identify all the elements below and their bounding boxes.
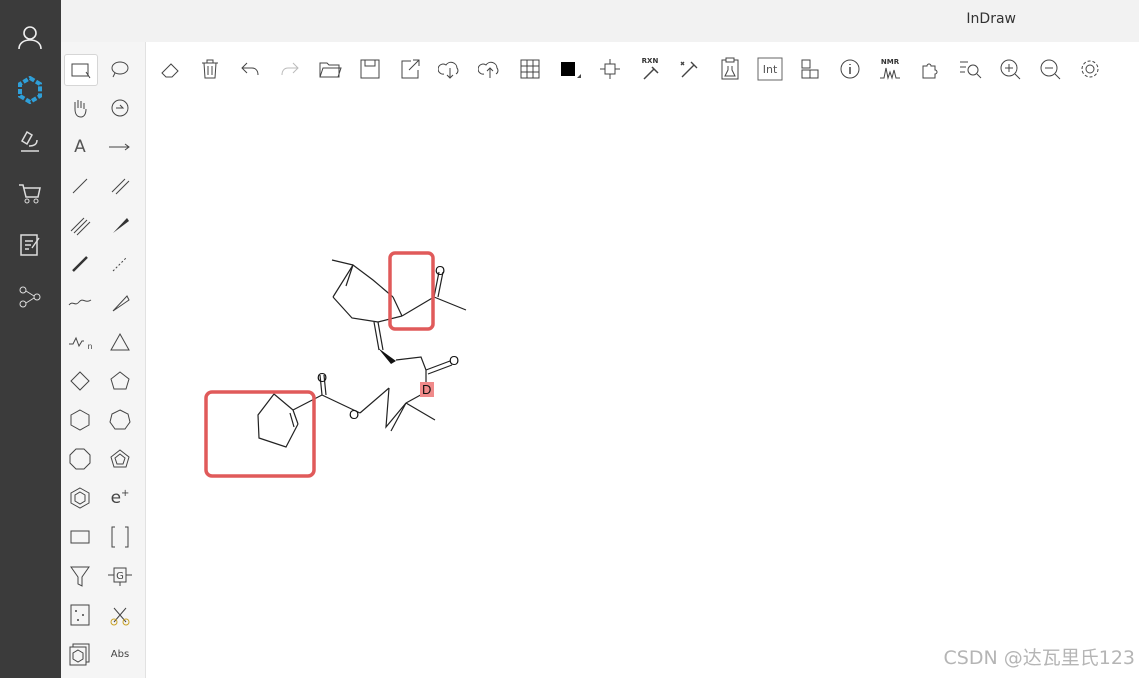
align-icon[interactable]	[595, 54, 625, 84]
zoom-out-icon[interactable]	[1035, 54, 1065, 84]
reaction-clean-icon[interactable]: RXN	[635, 54, 665, 84]
octagon-ring-tool-icon[interactable]	[64, 444, 96, 474]
group-tool-icon[interactable]: G	[104, 561, 136, 591]
stereo-wedge-bond	[378, 348, 396, 364]
cloud-upload-icon[interactable]	[475, 54, 505, 84]
drawing-tool-panel: A n e + G Abs	[61, 42, 146, 678]
settings-gear-icon[interactable]	[1075, 54, 1105, 84]
hand-pan-tool-icon[interactable]	[64, 93, 96, 123]
left-sidebar	[0, 0, 61, 678]
rotate-tool-icon[interactable]	[104, 93, 136, 123]
abs-stereo-tool-icon[interactable]: Abs	[104, 639, 136, 669]
atom-oxygen-acetyl: O	[435, 263, 445, 278]
template-library-tool-icon[interactable]	[64, 639, 96, 669]
wedge-bond-tool-icon[interactable]	[104, 210, 136, 240]
undo-icon[interactable]	[235, 54, 265, 84]
text-tool-icon[interactable]: A	[64, 132, 96, 162]
template-dots-tool-icon[interactable]	[64, 600, 96, 630]
chain-tool-icon[interactable]: n	[64, 327, 96, 357]
lasso-tool-icon[interactable]	[104, 54, 136, 84]
hashed-bond-tool-icon[interactable]	[104, 249, 136, 279]
cyclopentadiene-ring-tool-icon[interactable]	[104, 444, 136, 474]
indraw-logo-icon[interactable]	[10, 70, 50, 110]
plugin-puzzle-icon[interactable]	[915, 54, 945, 84]
pentagon-ring-tool-icon[interactable]	[104, 366, 136, 396]
search-structure-icon[interactable]	[955, 54, 985, 84]
scissors-tool-icon[interactable]	[104, 600, 136, 630]
redo-icon[interactable]	[275, 54, 305, 84]
export-icon[interactable]	[395, 54, 425, 84]
arrow-tool-icon[interactable]	[104, 132, 136, 162]
eraser-icon[interactable]	[155, 54, 185, 84]
clean-structure-icon[interactable]	[675, 54, 705, 84]
double-bond-tool-icon[interactable]	[104, 171, 136, 201]
electron-charge-tool-icon[interactable]: e +	[104, 483, 136, 513]
microscope-icon[interactable]	[10, 122, 50, 162]
network-icon[interactable]	[10, 277, 50, 317]
int-label-button[interactable]: Int	[755, 54, 785, 84]
notes-icon[interactable]	[10, 225, 50, 265]
funnel-tool-icon[interactable]	[64, 561, 96, 591]
bold-bond-tool-icon[interactable]	[64, 249, 96, 279]
info-icon[interactable]	[835, 54, 865, 84]
zoom-in-icon[interactable]	[995, 54, 1025, 84]
triangle-ring-tool-icon[interactable]	[104, 327, 136, 357]
atom-d-label: D	[422, 382, 431, 397]
atom-oxygen-ester-carbonyl: O	[317, 370, 327, 385]
wavy-bond-tool-icon[interactable]	[64, 288, 96, 318]
nmr-icon[interactable]: NMR	[875, 54, 905, 84]
heptagon-ring-tool-icon[interactable]	[104, 405, 136, 435]
benzene-ring-tool-icon[interactable]	[64, 483, 96, 513]
atom-oxygen-ester: O	[349, 407, 359, 422]
select-rect-tool-icon[interactable]	[64, 54, 98, 86]
watermark: CSDN @达瓦里氏123	[943, 647, 1135, 669]
main-toolbar: RXN Int NMR	[146, 48, 1139, 90]
save-icon[interactable]	[355, 54, 385, 84]
hollow-wedge-tool-icon[interactable]	[104, 288, 136, 318]
square-ring-tool-icon[interactable]	[64, 366, 96, 396]
color-picker-icon[interactable]	[555, 54, 585, 84]
user-icon[interactable]	[10, 17, 50, 57]
hexagon-ring-tool-icon[interactable]	[64, 405, 96, 435]
rectangle-shape-tool-icon[interactable]	[64, 522, 96, 552]
grid-icon[interactable]	[515, 54, 545, 84]
app-title: InDraw	[966, 11, 1016, 27]
atom-labels-icon[interactable]	[795, 54, 825, 84]
atom-oxygen-carbonyl: O	[449, 353, 459, 368]
drawing-canvas[interactable]: O O O O D	[146, 90, 1139, 678]
molecule-structure[interactable]: O O O O D	[146, 90, 1139, 678]
cart-icon[interactable]	[10, 173, 50, 213]
cloud-download-icon[interactable]	[435, 54, 465, 84]
brackets-tool-icon[interactable]	[104, 522, 136, 552]
top-bar: InDraw	[61, 0, 1139, 42]
single-bond-tool-icon[interactable]	[64, 171, 96, 201]
triple-bond-tool-icon[interactable]	[64, 210, 96, 240]
clipboard-flask-icon[interactable]	[715, 54, 745, 84]
open-folder-icon[interactable]	[315, 54, 345, 84]
highlight-box-ring	[204, 390, 316, 478]
trash-icon[interactable]	[195, 54, 225, 84]
